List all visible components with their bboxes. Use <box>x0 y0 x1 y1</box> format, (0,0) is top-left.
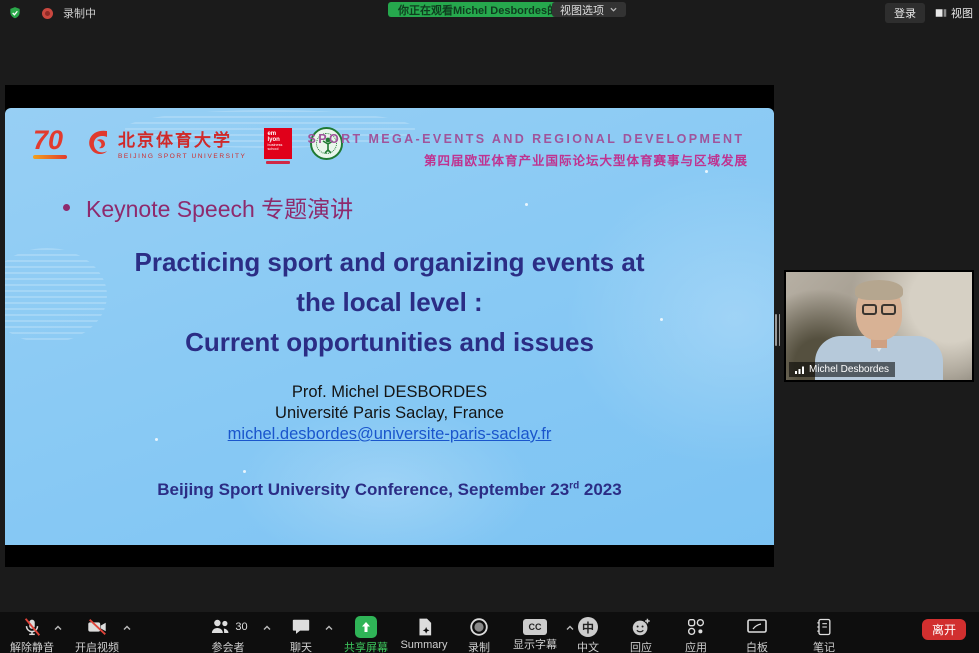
apps-label: 应用 <box>685 639 707 653</box>
show-captions-button[interactable]: CC 显示字幕 <box>513 616 557 652</box>
bullet-icon <box>63 204 70 211</box>
signal-bars-icon <box>795 365 805 374</box>
speaker-glasses <box>862 304 896 315</box>
language-label: 中文 <box>577 639 599 653</box>
notes-label: 笔记 <box>813 639 835 653</box>
apps-button[interactable]: 应用 <box>685 616 707 653</box>
conference-title-cn: 第四届欧亚体育产业国际论坛大型体育赛事与区域发展 <box>304 150 748 169</box>
captions-options-chevron[interactable] <box>564 622 576 634</box>
start-video-label: 开启视频 <box>75 639 119 653</box>
beijing-sport-university-logo: 北京体育大学 BEIJING SPORT UNIVERSITY <box>85 126 246 160</box>
microphone-muted-icon <box>21 616 43 638</box>
conference-title-en: SPORT MEGA-EVENTS AND REGIONAL DEVELOPME… <box>304 132 748 146</box>
share-screen-button[interactable]: 共享屏幕 <box>344 616 388 653</box>
talk-title-line1: Practicing sport and organizing events a… <box>5 242 774 282</box>
speaker-name: Prof. Michel DESBORDES <box>5 382 774 403</box>
view-options-button[interactable]: 视图选项 <box>552 2 626 17</box>
participants-label: 参会者 <box>212 639 245 653</box>
record-icon <box>468 616 490 638</box>
recording-indicator-icon[interactable] <box>42 8 53 19</box>
whiteboard-icon <box>745 616 769 638</box>
topbar-left: 录制中 <box>8 5 96 21</box>
audio-options-chevron[interactable] <box>52 622 64 634</box>
speaker-hair <box>855 280 903 300</box>
show-captions-label: 显示字幕 <box>513 636 557 652</box>
share-screen-label: 共享屏幕 <box>344 639 388 653</box>
chat-button[interactable]: 聊天 <box>290 616 312 653</box>
sparkle-decoration <box>243 470 246 473</box>
sparkle-decoration <box>705 170 708 173</box>
anniversary-70-logo: 70 <box>33 127 67 159</box>
emlyon-business-school-logo: em lyon business school <box>264 128 292 159</box>
summary-label: Summary <box>400 639 447 651</box>
reactions-smiley-icon <box>630 616 652 638</box>
chat-label: 聊天 <box>290 639 312 653</box>
participants-options-chevron[interactable] <box>261 622 273 634</box>
speaker-video-feed: Michel Desbordes <box>786 272 972 380</box>
meeting-toolbar: 解除静音 开启视频 <box>0 612 979 653</box>
chat-options-chevron[interactable] <box>323 622 335 634</box>
record-label: 录制 <box>468 639 490 653</box>
talk-title-line2: the local level : <box>5 282 774 322</box>
start-video-button[interactable]: 开启视频 <box>75 616 119 653</box>
cc-icon: CC <box>523 619 547 635</box>
bsu-swirl-icon <box>85 126 111 160</box>
presentation-slide: 70 北京体育大学 BEIJING SPORT UNIVERSITY em l <box>5 108 774 545</box>
recording-label: 录制中 <box>63 5 96 21</box>
talk-title-line3: Current opportunities and issues <box>5 322 774 362</box>
zoom-meeting-window: 录制中 你正在观看Michel Desbordes的屏幕 视图选项 登录 视图 <box>0 0 979 653</box>
reactions-button[interactable]: 回应 <box>630 616 652 653</box>
leave-button[interactable]: 离开 <box>922 619 966 640</box>
whiteboard-button[interactable]: 白板 <box>745 616 769 653</box>
unmute-button[interactable]: 解除静音 <box>10 616 54 653</box>
shared-screen-area: 70 北京体育大学 BEIJING SPORT UNIVERSITY em l <box>5 85 774 567</box>
view-layout-button[interactable]: 视图 <box>935 5 973 21</box>
conference-date-line: Beijing Sport University Conference, Sep… <box>5 480 774 500</box>
signin-button[interactable]: 登录 <box>885 3 925 23</box>
view-label: 视图 <box>951 5 973 21</box>
summary-button[interactable]: Summary <box>400 616 447 651</box>
camera-muted-icon <box>85 616 109 638</box>
record-button[interactable]: 录制 <box>468 616 490 653</box>
speaker-info: Prof. Michel DESBORDES Université Paris … <box>5 382 774 445</box>
sparkle-decoration <box>525 203 528 206</box>
bsu-name-english: BEIJING SPORT UNIVERSITY <box>118 153 246 160</box>
participants-count: 30 <box>235 621 247 633</box>
share-screen-icon <box>355 616 377 638</box>
summary-document-icon <box>414 616 434 638</box>
unmute-label: 解除静音 <box>10 639 54 653</box>
slide-header: SPORT MEGA-EVENTS AND REGIONAL DEVELOPME… <box>304 132 748 169</box>
speaker-email-link[interactable]: michel.desbordes@universite-paris-saclay… <box>228 425 552 443</box>
participants-button[interactable]: 30 参会者 <box>208 616 247 653</box>
participant-name-tag: Michel Desbordes <box>789 362 895 377</box>
layout-view-icon <box>935 7 947 19</box>
notes-button[interactable]: 笔记 <box>813 616 835 653</box>
language-button[interactable]: 中 中文 <box>577 616 599 653</box>
whiteboard-label: 白板 <box>746 639 768 653</box>
reactions-label: 回应 <box>630 639 652 653</box>
slide-logo-row: 70 北京体育大学 BEIJING SPORT UNIVERSITY em l <box>33 126 343 160</box>
security-shield-icon[interactable] <box>8 6 22 20</box>
view-options-label: 视图选项 <box>560 2 604 18</box>
participant-name: Michel Desbordes <box>809 364 889 375</box>
chinese-language-icon: 中 <box>578 617 598 637</box>
speaker-affiliation: Université Paris Saclay, France <box>5 403 774 424</box>
apps-grid-icon <box>685 616 707 638</box>
bsu-name-chinese: 北京体育大学 <box>118 126 246 151</box>
topbar-right: 登录 视图 <box>885 3 973 23</box>
keynote-heading: Keynote Speech 专题演讲 <box>63 190 353 224</box>
speaker-video-thumbnail[interactable]: Michel Desbordes <box>784 270 974 382</box>
chevron-down-icon <box>609 6 618 13</box>
video-options-chevron[interactable] <box>121 622 133 634</box>
chat-bubble-icon <box>290 617 312 637</box>
talk-title: Practicing sport and organizing events a… <box>5 242 774 362</box>
notes-icon <box>814 616 834 638</box>
panel-resize-handle[interactable] <box>775 314 780 346</box>
participants-icon <box>208 617 232 637</box>
